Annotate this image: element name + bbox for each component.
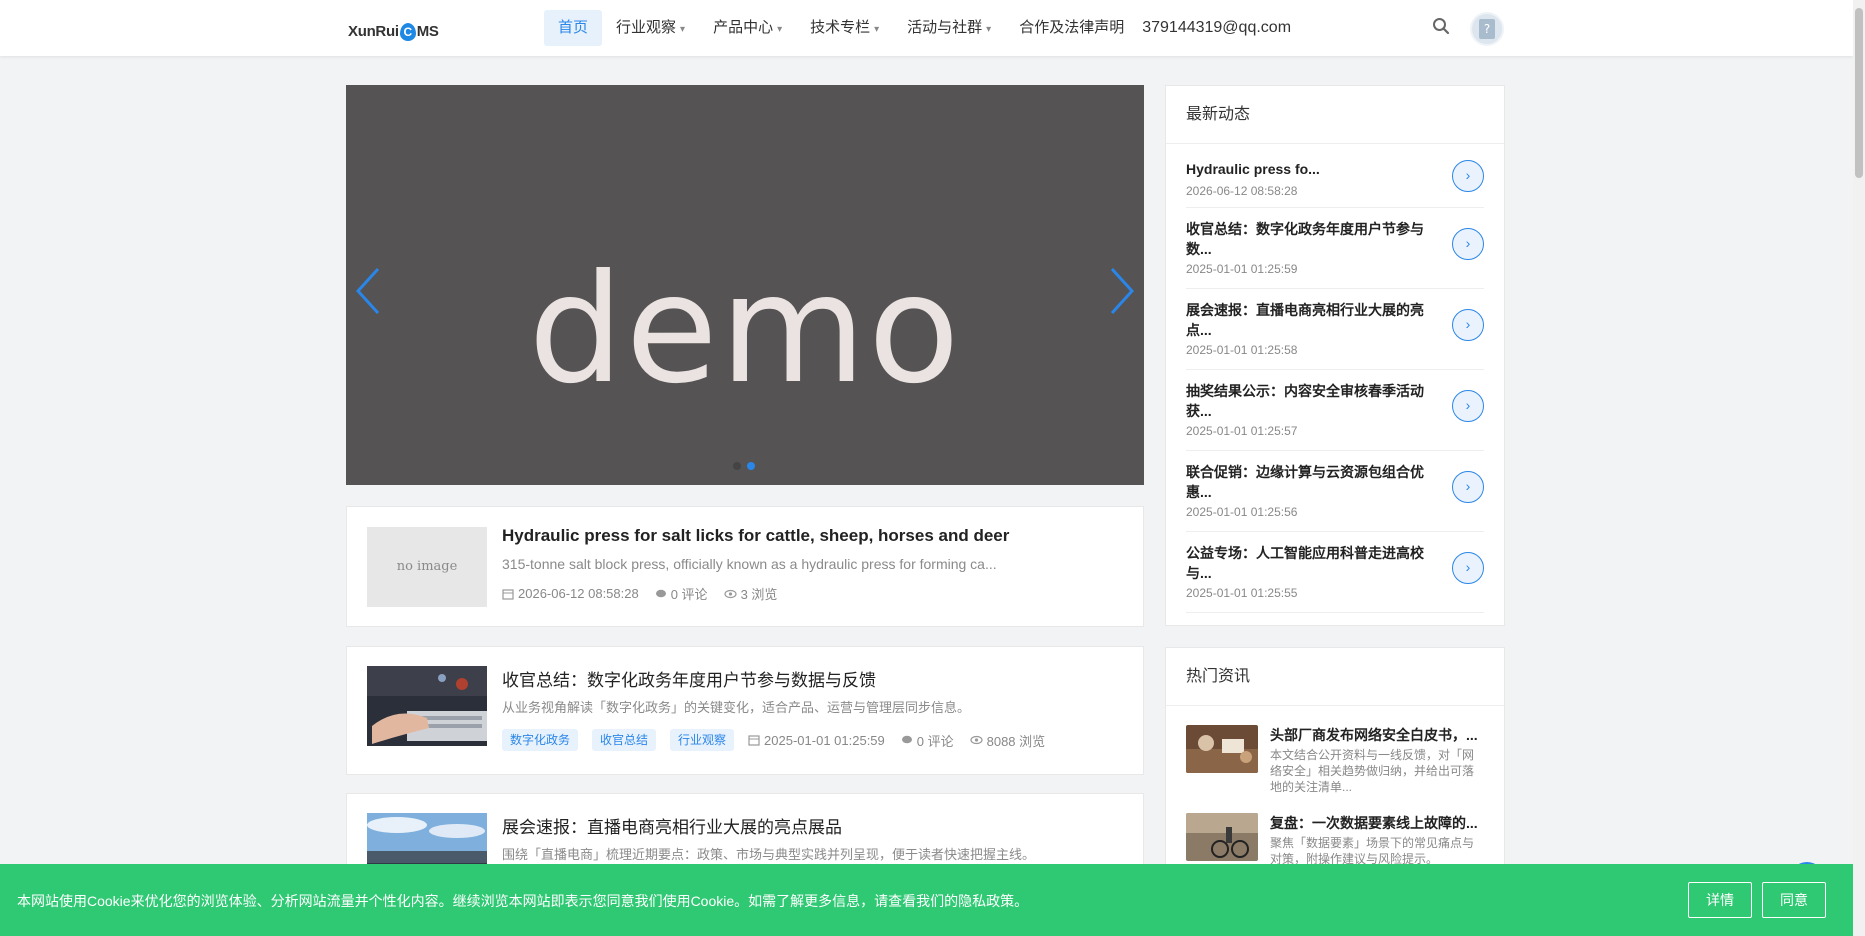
hot-news-item-summary: 聚焦「数据要素」场景下的常见痛点与对策，附操作建议与风险提示。 (1270, 836, 1475, 866)
latest-news-item-date: 2026-06-12 08:58:28 (1186, 184, 1298, 198)
article-date: 2025-01-01 01:25:59 (764, 732, 885, 748)
scrollbar-thumb[interactable] (1855, 8, 1863, 178)
article-tag[interactable]: 收官总结 (592, 729, 657, 751)
nav-email[interactable]: 379144319@qq.com (1142, 19, 1291, 37)
hot-news-thumbnail[interactable] (1186, 813, 1258, 861)
article-card: no image Hydraulic press for salt licks … (346, 506, 1144, 627)
chevron-right-icon[interactable]: › (1452, 228, 1484, 260)
article-title[interactable]: 展会速报：直播电商亮相行业大展的亮点展品 (502, 813, 842, 838)
latest-news-item-title[interactable]: Hydraulic press fo... (1186, 159, 1436, 179)
nav-events[interactable]: 活动与社群 ▾ (893, 10, 1005, 46)
hot-news-item-title[interactable]: 复盘：一次数据要素线上故障的... (1270, 813, 1485, 833)
chevron-down-icon: ▾ (874, 24, 880, 35)
latest-news-title: 最新动态 (1166, 86, 1504, 144)
chevron-right-icon[interactable]: › (1452, 160, 1484, 192)
nav-home[interactable]: 首页 (544, 10, 603, 46)
main-nav: 首页 行业观察 ▾ 产品中心 ▾ 技术专栏 ▾ 活动与社群 ▾ 合作及法律声明 3791… (544, 10, 1291, 46)
latest-news-item[interactable]: 抽奖结果公示：内容安全审核春季活动获... 2025-01-01 01:25:5… (1186, 370, 1484, 451)
eye-icon (723, 589, 737, 598)
hot-news-item-summary: 本文结合公开资料与一线反馈，对「网络安全」相关趋势做归纳，并给出可落地的关注清单… (1270, 748, 1475, 794)
article-tag[interactable]: 行业观察 (670, 729, 735, 751)
chevron-right-icon[interactable]: › (1452, 552, 1484, 584)
article-summary: 从业务视角解读「数字化政务」的关键变化，适合产品、运营与管理层同步信息。 (502, 700, 971, 715)
chevron-right-icon[interactable]: › (1452, 309, 1484, 341)
article-meta: 数字化政务 收官总结 行业观察 2025-01-01 01:25:59 0 评论… (502, 729, 1061, 751)
hot-news-item[interactable]: 头部厂商发布网络安全白皮书，... 本文结合公开资料与一线反馈，对「网络安全」相… (1186, 725, 1484, 813)
latest-news-item-date: 2025-01-01 01:25:59 (1186, 262, 1298, 276)
slider-dot-active[interactable] (747, 462, 755, 470)
eye-icon (970, 735, 983, 745)
latest-news-item[interactable]: Hydraulic press fo... 2026-06-12 08:58:2… (1186, 144, 1484, 208)
article-views: 8088 浏览 (986, 733, 1046, 749)
latest-news-item-date: 2025-01-01 01:25:58 (1186, 343, 1298, 357)
cookie-agree-button[interactable]: 同意 (1762, 882, 1826, 918)
nav-legal[interactable]: 合作及法律声明 (1005, 10, 1138, 46)
latest-news-item-title[interactable]: 展会速报：直播电商亮相行业大展的亮点... (1186, 300, 1436, 340)
search-icon[interactable] (1432, 17, 1452, 37)
article-summary: 315-tonne salt block press, officially k… (502, 556, 997, 572)
latest-news-panel: 最新动态 Hydraulic press fo... 2026-06-12 08… (1165, 85, 1505, 626)
hot-news-thumbnail[interactable] (1186, 725, 1258, 773)
comment-icon (901, 735, 912, 744)
latest-news-item[interactable]: 展会速报：直播电商亮相行业大展的亮点... 2025-01-01 01:25:5… (1186, 289, 1484, 370)
latest-news-item-title[interactable]: 公益专场：人工智能应用科普走进高校与... (1186, 543, 1436, 583)
chevron-down-icon: ▾ (777, 24, 783, 35)
article-views: 3 浏览 (740, 587, 778, 602)
slider-dots (733, 462, 755, 470)
banner-text: demo (528, 243, 962, 417)
latest-news-item[interactable]: 收官总结：数字化政务年度用户节参与数... 2025-01-01 01:25:5… (1186, 208, 1484, 289)
latest-news-item-date: 2025-01-01 01:25:57 (1186, 424, 1298, 438)
chevron-right-icon[interactable]: › (1452, 390, 1484, 422)
chevron-down-icon: ▾ (986, 24, 992, 35)
latest-news-item-date: 2025-01-01 01:25:55 (1186, 586, 1298, 600)
article-title[interactable]: Hydraulic press for salt licks for cattl… (502, 526, 1009, 546)
cookie-details-button[interactable]: 详情 (1688, 882, 1752, 918)
article-thumbnail[interactable]: no image (367, 527, 487, 607)
latest-news-item-date: 2025-01-01 01:25:56 (1186, 505, 1298, 519)
slider-next-icon[interactable] (1106, 263, 1136, 319)
latest-news-item[interactable]: 公益专场：人工智能应用科普走进高校与... 2025-01-01 01:25:5… (1186, 532, 1484, 613)
article-meta: 2026-06-12 08:58:28 0 评论 3 浏览 (502, 584, 793, 603)
article-title[interactable]: 收官总结：数字化政务年度用户节参与数据与反馈 (502, 666, 876, 691)
chevron-down-icon: ▾ (680, 24, 686, 35)
latest-news-item-title[interactable]: 抽奖结果公示：内容安全审核春季活动获... (1186, 381, 1436, 421)
site-logo[interactable]: XunRui C MS (348, 12, 448, 44)
latest-news-item-title[interactable]: 收官总结：数字化政务年度用户节参与数... (1186, 219, 1436, 259)
article-comments: 0 评论 (916, 733, 954, 749)
article-thumbnail[interactable] (367, 666, 487, 746)
nav-tech[interactable]: 技术专栏 ▾ (796, 10, 893, 46)
calendar-icon (502, 588, 514, 600)
slider-prev-icon[interactable] (354, 263, 384, 319)
latest-news-item-title[interactable]: 联合促销：边缘计算与云资源包组合优惠... (1186, 462, 1436, 502)
banner-slider[interactable]: demo (346, 85, 1144, 485)
chevron-right-icon[interactable]: › (1452, 471, 1484, 503)
comment-icon (655, 589, 666, 597)
hot-news-item-title[interactable]: 头部厂商发布网络安全白皮书，... (1270, 725, 1485, 745)
site-header: XunRui C MS 首页 行业观察 ▾ 产品中心 ▾ 技术专栏 ▾ 活动与社群 ▾ 合作… (0, 0, 1853, 56)
article-comments: 0 评论 (670, 587, 708, 602)
user-avatar-icon[interactable]: ? (1470, 12, 1504, 46)
article-date: 2026-06-12 08:58:28 (518, 586, 639, 601)
page-scrollbar[interactable] (1853, 0, 1865, 936)
cookie-consent-text: 本网站使用Cookie来优化您的浏览体验、分析网站流量并个性化内容。继续浏览本网… (17, 893, 1029, 909)
nav-products[interactable]: 产品中心 ▾ (699, 10, 796, 46)
article-summary: 围绕「直播电商」梳理近期要点：政策、市场与典型实践并列呈现，便于读者快速把握主线… (502, 847, 1036, 862)
slider-dot[interactable] (733, 462, 741, 470)
nav-industry[interactable]: 行业观察 ▾ (602, 10, 699, 46)
svg-text:?: ? (1484, 22, 1490, 36)
logo-text: XunRui C MS (348, 23, 439, 42)
article-card: 收官总结：数字化政务年度用户节参与数据与反馈 从业务视角解读「数字化政务」的关键… (346, 646, 1144, 775)
calendar-icon (748, 735, 760, 746)
article-tag[interactable]: 数字化政务 (502, 729, 579, 751)
latest-news-item[interactable]: 联合促销：边缘计算与云资源包组合优惠... 2025-01-01 01:25:5… (1186, 451, 1484, 532)
hot-news-title: 热门资讯 (1166, 648, 1504, 706)
cookie-consent-bar: 本网站使用Cookie来优化您的浏览体验、分析网站流量并个性化内容。继续浏览本网… (0, 864, 1853, 936)
